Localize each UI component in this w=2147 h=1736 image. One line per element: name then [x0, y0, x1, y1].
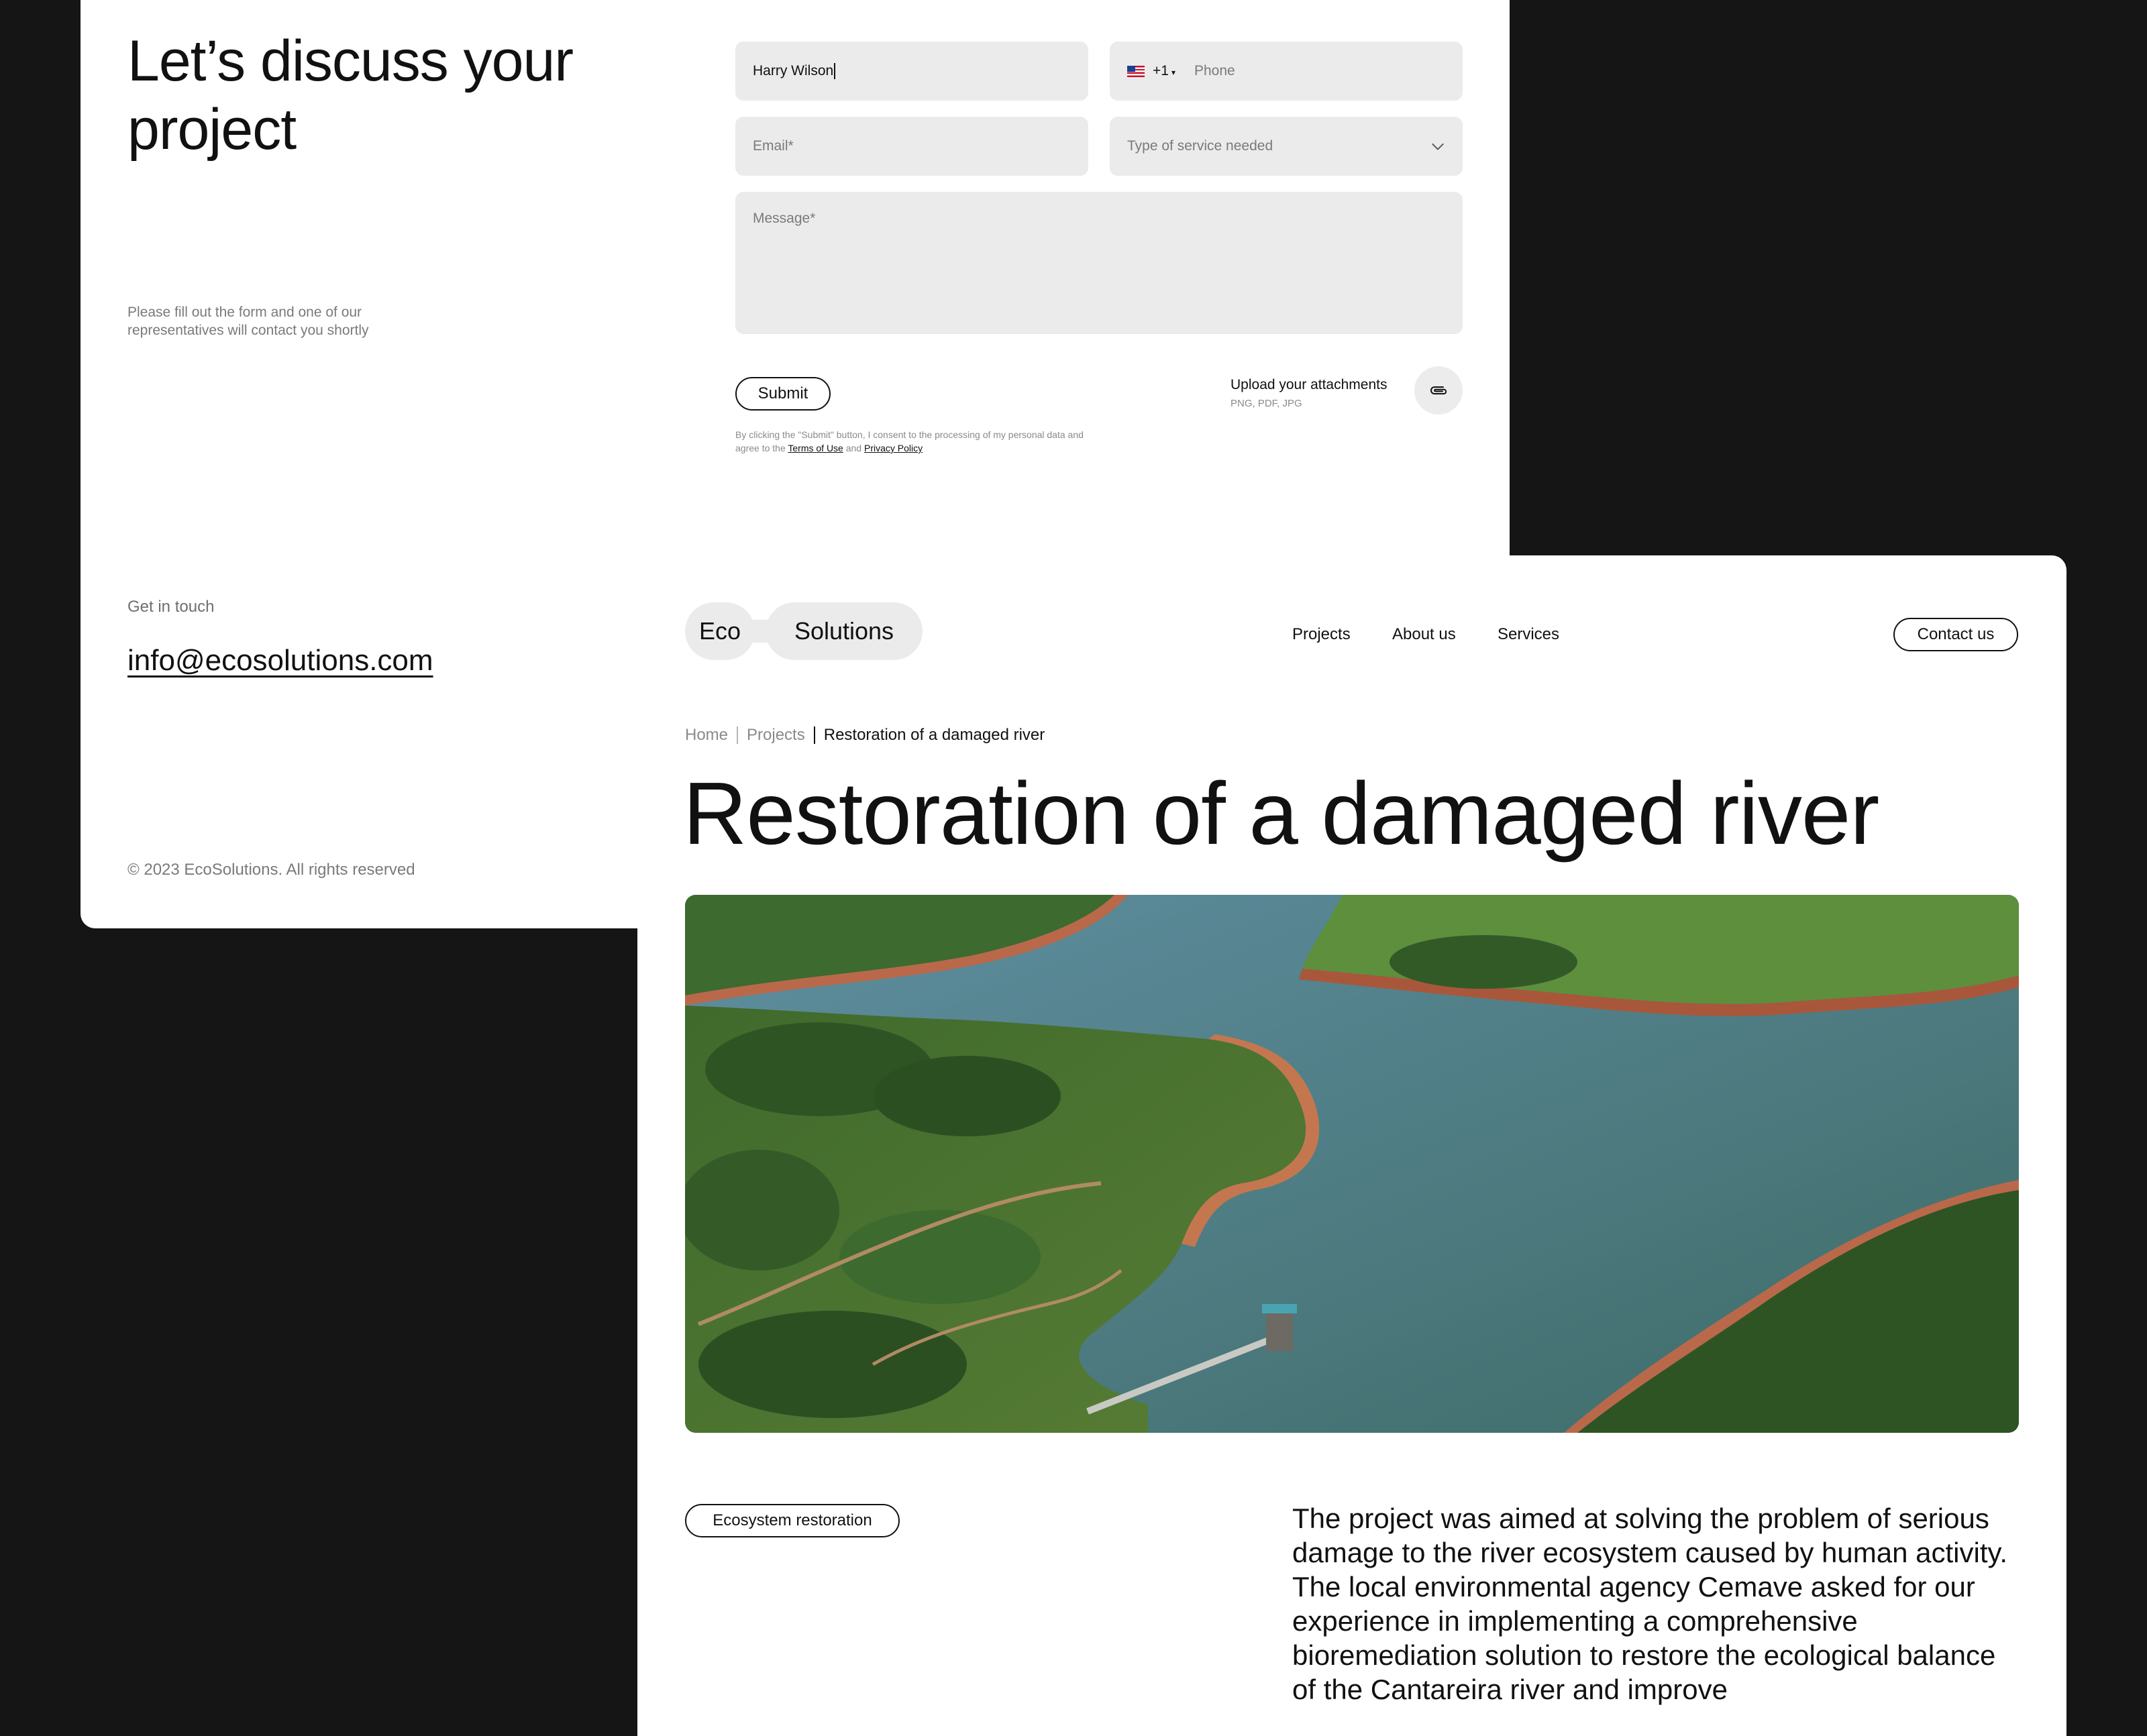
chevron-down-icon	[1432, 143, 1444, 150]
breadcrumb-current: Restoration of a damaged river	[823, 726, 1045, 744]
nav-services[interactable]: Services	[1498, 625, 1559, 644]
breadcrumb: Home Projects Restoration of a damaged r…	[685, 726, 1045, 745]
text-cursor	[834, 63, 836, 79]
logo-solutions: Solutions	[766, 602, 923, 660]
breadcrumb-separator	[813, 726, 815, 744]
paperclip-icon	[1430, 386, 1447, 394]
message-field[interactable]: Message*	[735, 192, 1463, 334]
form-title: Let’s discuss your project	[127, 29, 574, 162]
hero-image-river-aerial	[685, 895, 2019, 1433]
terms-link[interactable]: Terms of Use	[788, 443, 843, 453]
upload-title[interactable]: Upload your attachments	[1230, 377, 1387, 393]
nav-projects[interactable]: Projects	[1292, 625, 1351, 644]
service-placeholder: Type of service needed	[1127, 138, 1273, 154]
us-flag-icon[interactable]	[1127, 65, 1145, 77]
nav-about-us[interactable]: About us	[1392, 625, 1456, 644]
upload-formats: PNG, PDF, JPG	[1230, 398, 1302, 409]
caret-down-icon: ▾	[1171, 68, 1175, 77]
consent-and: and	[845, 443, 862, 453]
get-in-touch-label: Get in touch	[127, 598, 215, 616]
country-code-selector[interactable]: +1 ▾	[1153, 63, 1175, 79]
country-code: +1	[1153, 63, 1169, 78]
privacy-link[interactable]: Privacy Policy	[864, 443, 923, 453]
copyright: © 2023 EcoSolutions. All rights reserved	[127, 861, 415, 879]
logo[interactable]: Eco Solutions	[685, 602, 923, 660]
breadcrumb-separator	[737, 726, 739, 744]
phone-field[interactable]: +1 ▾ Phone	[1110, 42, 1463, 101]
name-value: Harry Wilson	[753, 63, 834, 78]
email-placeholder: Email*	[753, 138, 794, 154]
page-title: Restoration of a damaged river	[683, 764, 1879, 863]
contact-us-button[interactable]: Contact us	[1893, 618, 2018, 651]
service-select[interactable]: Type of service needed	[1110, 117, 1463, 176]
form-note: Please fill out the form and one of our …	[127, 305, 369, 338]
project-page-card: Eco Solutions Projects About us Services…	[637, 555, 2066, 1736]
attach-button[interactable]	[1414, 366, 1463, 415]
logo-eco: Eco	[685, 602, 755, 660]
submit-button[interactable]: Submit	[735, 377, 831, 411]
consent-text: By clicking the "Submit" button, I conse…	[735, 428, 1084, 455]
name-field[interactable]: Harry Wilson	[735, 42, 1088, 101]
breadcrumb-projects[interactable]: Projects	[747, 726, 805, 745]
phone-placeholder: Phone	[1194, 63, 1235, 78]
project-tag[interactable]: Ecosystem restoration	[685, 1504, 900, 1537]
email-field[interactable]: Email*	[735, 117, 1088, 176]
breadcrumb-home[interactable]: Home	[685, 726, 728, 745]
project-description: The project was aimed at solving the pro…	[1292, 1503, 2008, 1705]
river-aerial-illustration	[685, 895, 2019, 1433]
contact-email-link[interactable]: info@ecosolutions.com	[127, 644, 433, 677]
message-placeholder: Message*	[753, 211, 816, 226]
